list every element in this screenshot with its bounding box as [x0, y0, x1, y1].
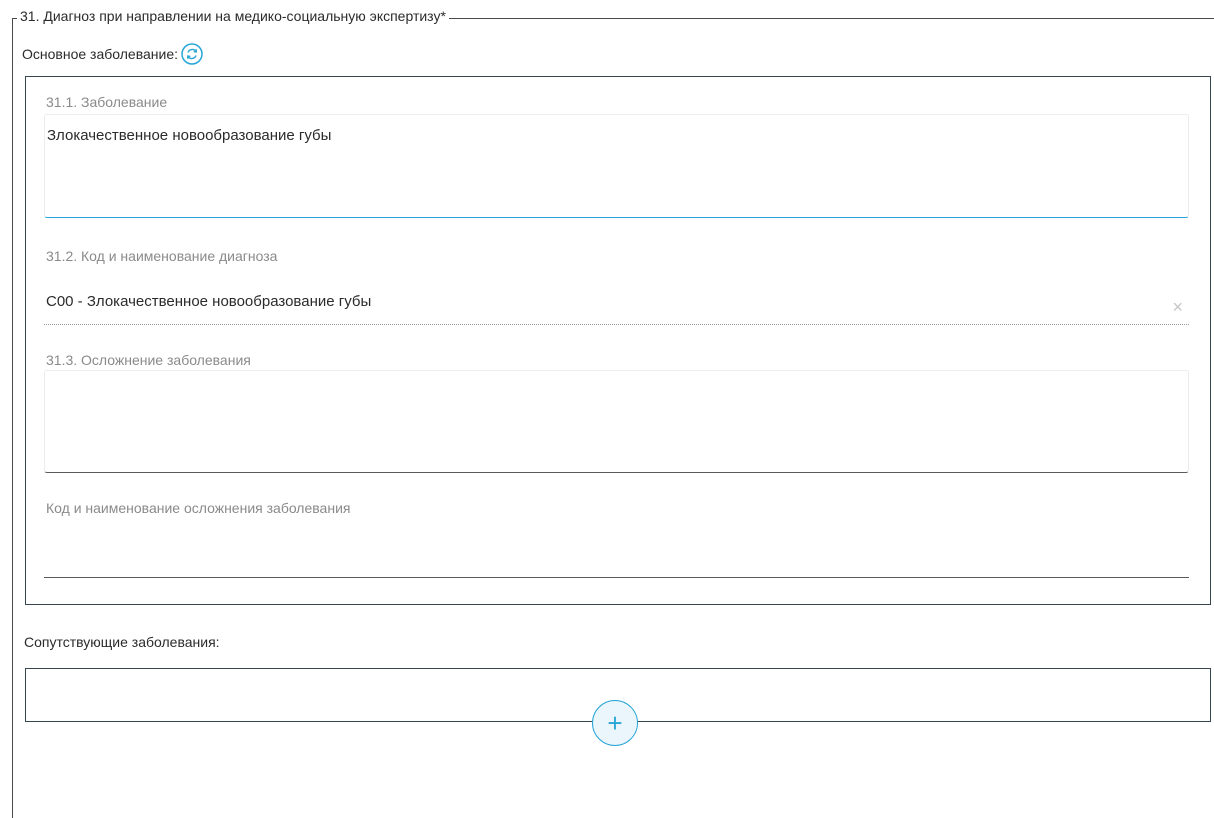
complication-textarea[interactable]: [44, 370, 1189, 473]
main-disease-header: Основное заболевание:: [22, 43, 203, 65]
complication-code-select[interactable]: [44, 497, 1189, 578]
diagnosis-label: 31.2. Код и наименование диагноза: [46, 248, 278, 264]
complication-label: 31.3. Осложнение заболевания: [46, 352, 251, 368]
diagnosis-value: C00 - Злокачественное новообразование гу…: [46, 293, 372, 310]
disease-label: 31.1. Заболевание: [46, 94, 168, 110]
disease-textarea[interactable]: Злокачественное новообразование губы: [44, 114, 1189, 218]
diagnosis-select[interactable]: C00 - Злокачественное новообразование гу…: [44, 290, 1189, 325]
main-disease-label: Основное заболевание:: [22, 46, 178, 62]
refresh-icon[interactable]: [181, 43, 203, 65]
section-title: 31. Диагноз при направлении на медико-со…: [17, 7, 449, 25]
clear-icon[interactable]: ×: [1172, 298, 1183, 316]
plus-icon: +: [607, 708, 623, 738]
concomitant-label: Сопутствующие заболевания:: [24, 634, 220, 650]
add-concomitant-button[interactable]: +: [592, 700, 638, 746]
main-disease-box: 31.1. Заболевание Злокачественное новооб…: [25, 76, 1211, 605]
